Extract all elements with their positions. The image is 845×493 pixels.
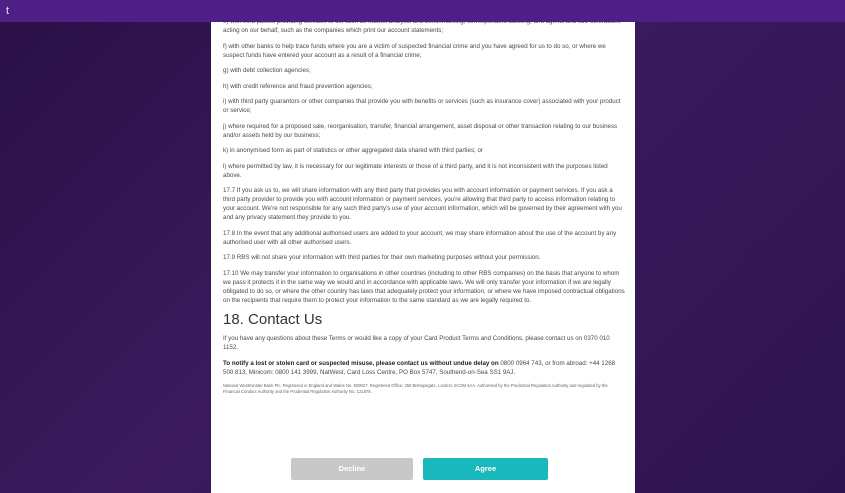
terms-paragraph: 17.10 We may transfer your information t… xyxy=(223,269,625,304)
legal-footnote: National Westminster Bank Plc. Registere… xyxy=(223,383,608,394)
title-bar: t xyxy=(0,0,845,22)
decline-button[interactable]: Decline xyxy=(291,458,413,480)
terms-scroll-area[interactable]: e) with third parties providing services… xyxy=(223,22,625,450)
title-bar-label: t xyxy=(6,5,10,17)
agree-button[interactable]: Agree xyxy=(423,458,548,480)
terms-item: e) with third parties providing services… xyxy=(223,22,621,34)
terms-item: g) with debt collection agencies; xyxy=(223,67,311,74)
terms-item: k) in anonymised form as part of statist… xyxy=(223,147,484,154)
terms-item: i) with third party guarantors or other … xyxy=(223,98,621,114)
lost-card-bold-text: To notify a lost or stolen card or suspe… xyxy=(223,359,499,367)
lost-card-paragraph: To notify a lost or stolen card or suspe… xyxy=(223,359,625,377)
terms-paragraph: 17.8 In the event that any additional au… xyxy=(223,229,617,246)
contact-paragraph: If you have any questions about these Te… xyxy=(223,335,610,351)
section-heading: 18. Contact Us xyxy=(223,311,323,328)
terms-item: l) where permitted by law, it is necessa… xyxy=(223,162,608,179)
terms-item: h) with credit reference and fraud preve… xyxy=(223,82,373,90)
terms-paragraph: 17.7 If you ask us to, we will share inf… xyxy=(223,187,622,221)
dialog-actions: Decline Agree xyxy=(211,458,635,484)
terms-item: j) where required for a proposed sale, r… xyxy=(223,122,618,139)
terms-dialog: e) with third parties providing services… xyxy=(211,22,635,493)
terms-paragraph: 17.9 RBS will not share your information… xyxy=(223,254,541,261)
terms-item: f) with other banks to help trace funds … xyxy=(223,42,606,59)
